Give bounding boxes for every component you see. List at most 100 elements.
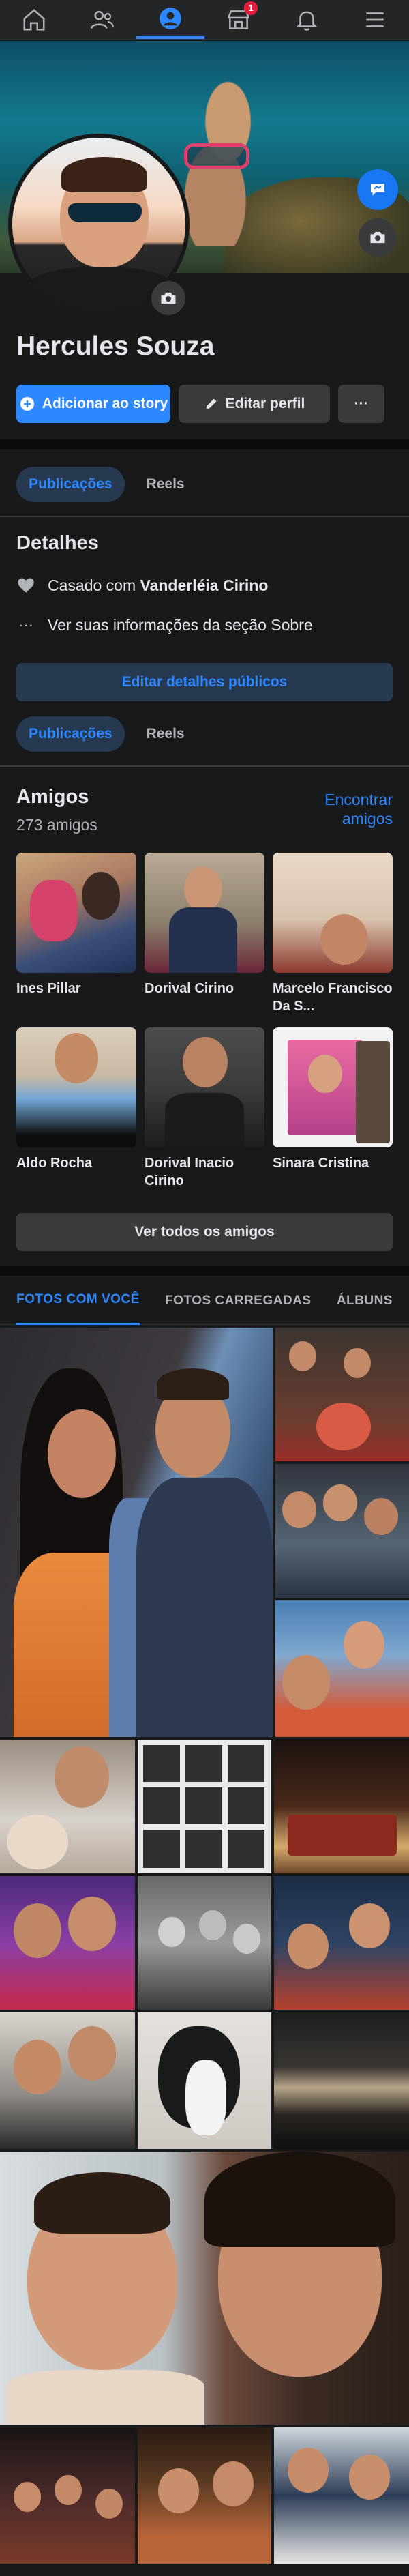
nav-home[interactable] <box>0 0 68 39</box>
photo-tile[interactable] <box>275 1328 409 1461</box>
photo-tile[interactable] <box>0 2152 409 2425</box>
tab-posts[interactable]: Publicações <box>16 467 125 502</box>
photo-tile-detail <box>349 2455 390 2500</box>
about-row[interactable]: ··· Ver suas informações da seção Sobre <box>16 611 313 639</box>
friends-count: 273 amigos <box>16 816 97 834</box>
photo-tile-detail <box>14 1903 61 1958</box>
friend-photo-detail <box>356 1041 390 1143</box>
nav-profile[interactable] <box>136 0 204 39</box>
profile-name: Hercules Souza <box>16 332 215 361</box>
edit-cover-button[interactable] <box>359 218 397 257</box>
photo-tile[interactable] <box>274 2012 409 2149</box>
more-dots-icon: ··· <box>18 616 33 633</box>
friend-card[interactable]: Ines Pillar <box>16 853 136 997</box>
tab-reels-secondary[interactable]: Reels <box>134 716 197 752</box>
friend-name: Sinara Cristina <box>273 1156 369 1171</box>
photo-tile-detail <box>68 1897 116 1951</box>
photo-tile[interactable] <box>275 1464 409 1598</box>
find-friends-link[interactable]: Encontrar amigos <box>324 790 393 828</box>
photo-tile[interactable] <box>0 2427 135 2564</box>
photo-tile[interactable] <box>0 1740 135 1873</box>
edit-public-details-button[interactable]: Editar detalhes públicos <box>16 663 393 701</box>
photo-tile-detail <box>157 1368 229 1400</box>
photo-tile-detail <box>288 1924 329 1969</box>
photo-tile-detail <box>316 1403 371 1450</box>
friends-icon <box>90 10 114 29</box>
about-link: Ver suas informações da seção Sobre <box>48 615 313 634</box>
photo-tile-detail <box>323 1484 357 1521</box>
profile-tabs-secondary: Publicações Reels <box>16 716 197 752</box>
tab-posts-secondary[interactable]: Publicações <box>16 716 125 752</box>
photo-tile-detail <box>48 1409 116 1498</box>
friend-card[interactable]: Aldo Rocha <box>16 1027 136 1172</box>
friend-photo <box>273 1027 393 1147</box>
edit-profile-label: Editar perfil <box>225 396 305 411</box>
photo-tile-detail <box>143 1782 266 1787</box>
photo-tile[interactable] <box>274 1876 409 2010</box>
photo-tile[interactable] <box>0 2012 135 2149</box>
photo-tile[interactable] <box>138 1740 271 1873</box>
photo-tile-detail <box>204 2152 395 2247</box>
relationship-partner-link[interactable]: Vanderléia Cirino <box>140 576 269 594</box>
photo-tile-detail <box>14 2482 41 2512</box>
nav-notifications[interactable] <box>273 0 341 39</box>
friend-card[interactable]: Marcelo Francisco Da S... <box>273 853 393 1015</box>
tab-reels[interactable]: Reels <box>134 467 197 502</box>
friend-photo-detail <box>308 1055 342 1093</box>
photo-tile[interactable] <box>274 1740 409 1873</box>
camera-icon <box>161 292 176 304</box>
photo-tile-detail <box>143 1824 266 1830</box>
add-story-button[interactable]: Adicionar ao story <box>16 385 170 423</box>
friend-card[interactable]: Dorival Cirino <box>145 853 264 997</box>
photo-tile-detail <box>282 1491 316 1528</box>
details-title: Detalhes <box>16 532 99 554</box>
edit-profile-button[interactable]: Editar perfil <box>179 385 330 423</box>
photo-tile-detail <box>288 2448 329 2493</box>
home-icon <box>23 8 45 31</box>
photo-tile[interactable] <box>138 1876 271 2010</box>
nav-friends[interactable] <box>68 0 136 39</box>
photo-tile[interactable] <box>138 2427 271 2564</box>
friends-title: Amigos <box>16 786 89 808</box>
photo-tile[interactable] <box>0 1876 135 2010</box>
profile-actions: Adicionar ao story Editar perfil ··· <box>16 385 393 423</box>
photo-tile-detail <box>288 1815 397 1856</box>
photo-tile[interactable] <box>274 2427 409 2564</box>
photo-tile-detail <box>199 1910 226 1940</box>
more-options-label: ··· <box>354 396 369 411</box>
friend-photo <box>16 853 136 973</box>
friend-photo <box>145 853 264 973</box>
friend-photo-detail <box>184 866 222 911</box>
friend-card[interactable]: Sinara Cristina <box>273 1027 393 1172</box>
photo-tile-detail <box>185 2060 226 2135</box>
nav-menu[interactable] <box>341 0 409 39</box>
relationship-row: Casado com Vanderléia Cirino <box>16 572 268 599</box>
photo-tile-detail <box>289 1341 316 1371</box>
photo-tile-detail <box>7 2370 204 2425</box>
friend-card[interactable]: Dorival Inacio Cirino <box>145 1027 264 1190</box>
tab-uploaded-photos[interactable]: FOTOS CARREGADAS <box>165 1277 312 1325</box>
see-all-friends-button[interactable]: Ver todos os amigos <box>16 1213 393 1251</box>
nav-marketplace[interactable]: 1 <box>204 0 273 39</box>
profile-icon <box>160 7 181 29</box>
messenger-button[interactable] <box>357 169 398 210</box>
friend-name: Ines Pillar <box>16 981 81 996</box>
tab-photos-of-you[interactable]: FOTOS COM VOCÊ <box>16 1277 140 1325</box>
photo-tile-detail <box>158 2468 199 2513</box>
friend-photo-detail <box>169 907 237 973</box>
top-navigation: 1 <box>0 0 409 40</box>
photo-tile[interactable] <box>275 1600 409 1737</box>
photo-tile-detail <box>344 1621 384 1669</box>
photos-tabs: FOTOS COM VOCÊ FOTOS CARREGADAS ÁLBUNS <box>0 1277 409 1325</box>
friend-photo <box>145 1027 264 1147</box>
edit-profile-picture-button[interactable] <box>149 278 188 318</box>
photo-tile[interactable] <box>138 2012 271 2149</box>
plus-circle-icon <box>20 397 34 411</box>
tab-albums[interactable]: ÁLBUNS <box>337 1277 393 1325</box>
photo-tile-detail <box>14 2040 61 2094</box>
more-options-button[interactable]: ··· <box>338 385 384 423</box>
photo-tile[interactable] <box>0 1328 273 1737</box>
photo-tile-detail <box>34 2172 170 2234</box>
photo-tile-detail <box>7 1815 68 1869</box>
heart-icon <box>18 578 34 593</box>
